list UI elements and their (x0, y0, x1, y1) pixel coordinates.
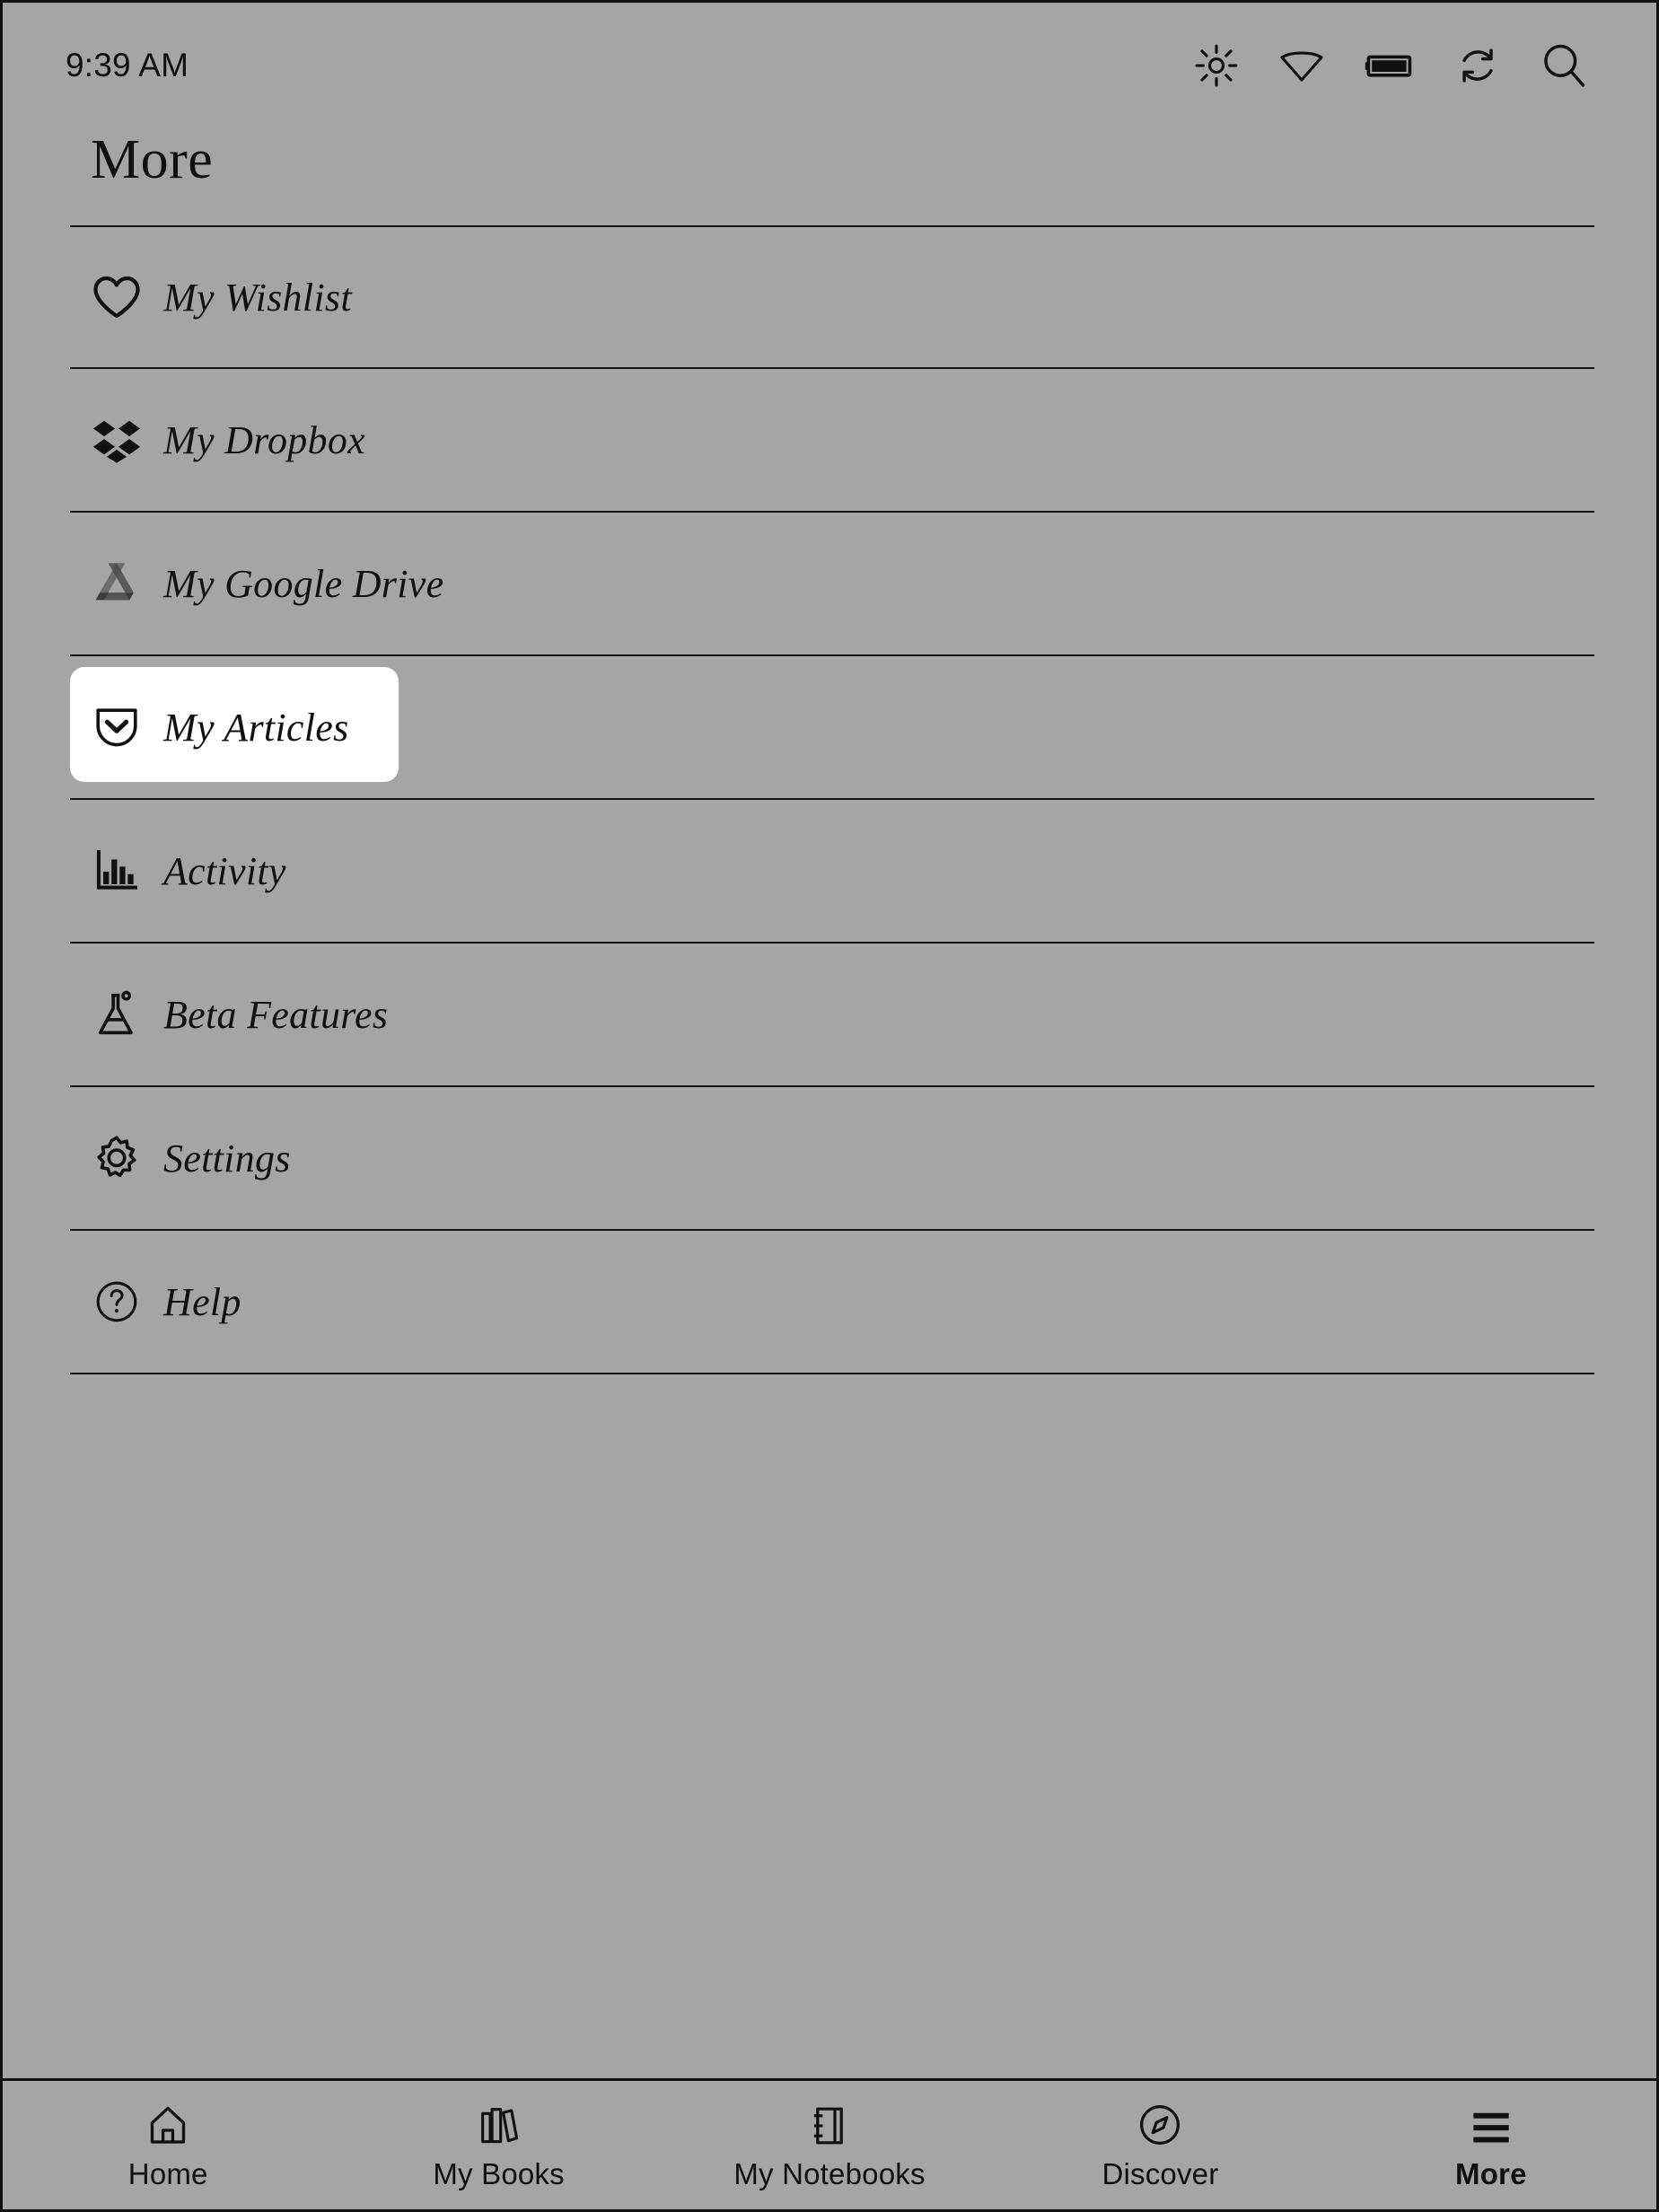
nav-item-my-notebooks[interactable]: My Notebooks (664, 2081, 995, 2209)
nav-item-discover[interactable]: Discover (995, 2081, 1325, 2209)
menu-item-label: My Articles (163, 705, 349, 750)
gear-icon (70, 1132, 163, 1184)
menu-item-beta-features[interactable]: Beta Features (70, 944, 1594, 1087)
google-drive-icon (70, 557, 163, 610)
nav-item-more[interactable]: More (1326, 2081, 1656, 2209)
question-circle-icon (70, 1278, 163, 1325)
bottom-navigation-bar: Home My Books My Notebooks Discover More (3, 2078, 1656, 2209)
search-icon[interactable] (1539, 40, 1589, 91)
home-icon (145, 2100, 191, 2148)
menu-item-help[interactable]: Help (70, 1231, 1594, 1374)
status-icon-group (1194, 40, 1589, 91)
menu-item-label: Activity (163, 848, 286, 893)
brightness-icon[interactable] (1194, 43, 1239, 88)
nav-item-label: My Notebooks (733, 2156, 926, 2190)
menu-item-my-google-drive[interactable]: My Google Drive (70, 513, 1594, 656)
menu-item-my-articles[interactable]: My Articles (70, 656, 1594, 800)
menu-item-label: Beta Features (163, 992, 389, 1037)
battery-icon[interactable] (1365, 43, 1417, 88)
menu-item-activity[interactable]: Activity (70, 800, 1594, 944)
hamburger-icon (1468, 2100, 1514, 2148)
menu-item-label: My Dropbox (163, 417, 365, 462)
menu-item-settings[interactable]: Settings (70, 1087, 1594, 1231)
bar-chart-icon (70, 846, 163, 896)
notebook-icon (808, 2100, 851, 2148)
nav-item-my-books[interactable]: My Books (333, 2081, 663, 2209)
menu-item-my-wishlist[interactable]: My Wishlist (70, 225, 1594, 369)
heart-icon (70, 270, 163, 324)
nav-item-label: My Books (433, 2156, 565, 2190)
sync-icon[interactable] (1454, 42, 1501, 89)
nav-item-label: Home (127, 2156, 208, 2190)
status-bar: 9:39 AM (3, 3, 1656, 128)
menu-item-label: My Google Drive (163, 561, 444, 606)
ereader-more-screen: 9:39 AM More My Wishlist My Dropbox My G… (0, 0, 1659, 2212)
dropbox-icon (70, 414, 163, 466)
pocket-icon (70, 701, 163, 753)
menu-item-label: Settings (163, 1136, 291, 1181)
wifi-icon[interactable] (1277, 43, 1327, 88)
nav-item-label: Discover (1102, 2156, 1219, 2190)
more-menu-list: My Wishlist My Dropbox My Google Drive M… (70, 225, 1594, 1374)
books-icon (476, 2100, 522, 2148)
menu-item-label: Help (163, 1279, 241, 1324)
flask-icon (70, 988, 163, 1040)
compass-icon (1137, 2100, 1183, 2148)
nav-item-label: More (1455, 2156, 1527, 2190)
menu-item-my-dropbox[interactable]: My Dropbox (70, 369, 1594, 513)
nav-item-home[interactable]: Home (3, 2081, 333, 2209)
status-time: 9:39 AM (66, 47, 189, 83)
menu-item-label: My Wishlist (163, 275, 352, 320)
page-title: More (91, 129, 214, 190)
